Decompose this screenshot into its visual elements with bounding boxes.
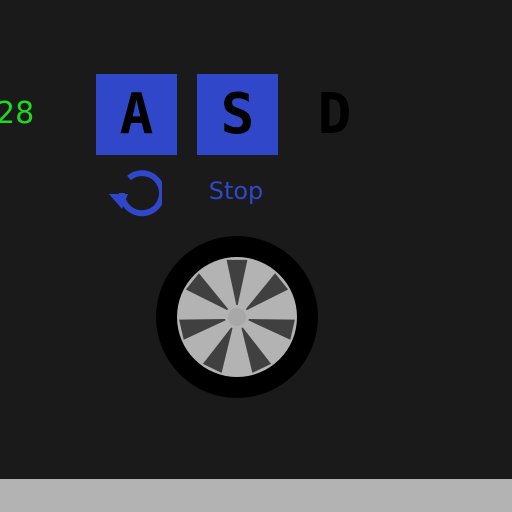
stop-button[interactable]: Stop	[196, 176, 276, 206]
wheel	[156, 236, 318, 398]
wheel-hub	[228, 308, 246, 326]
score-counter: 28	[0, 96, 35, 131]
key-a-button[interactable]: A	[96, 74, 177, 155]
game-stage: 28 A S D Stop	[0, 0, 512, 479]
key-d-button[interactable]: D	[294, 74, 375, 155]
ground	[0, 479, 512, 512]
key-s-button[interactable]: S	[197, 74, 278, 155]
restart-icon[interactable]	[106, 166, 162, 222]
